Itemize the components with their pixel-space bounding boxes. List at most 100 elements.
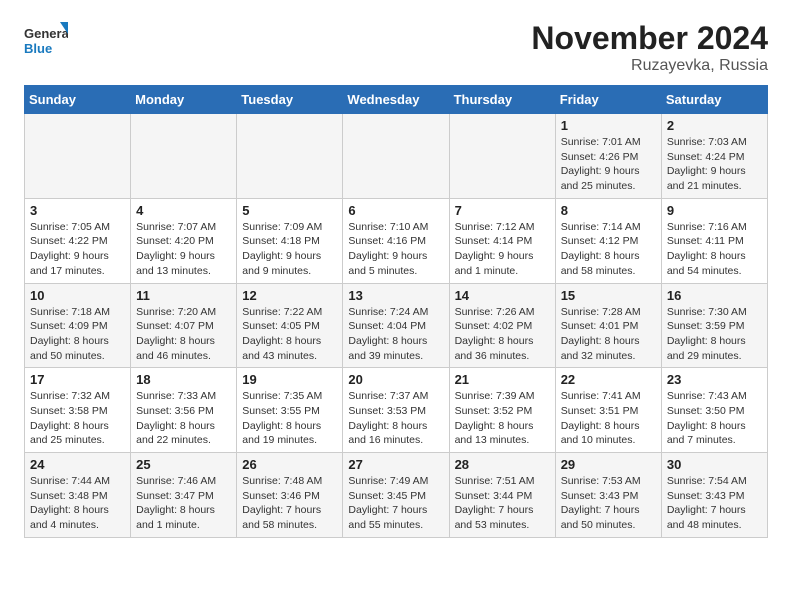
day-number: 26 xyxy=(242,457,337,472)
day-info: Sunrise: 7:37 AMSunset: 3:53 PMDaylight:… xyxy=(348,390,428,446)
calendar-cell: 15 Sunrise: 7:28 AMSunset: 4:01 PMDayligh… xyxy=(555,283,661,368)
day-number: 16 xyxy=(667,288,762,303)
day-info: Sunrise: 7:51 AMSunset: 3:44 PMDaylight:… xyxy=(455,475,535,531)
calendar-cell: 17 Sunrise: 7:32 AMSunset: 3:58 PMDayligh… xyxy=(25,368,131,453)
day-info: Sunrise: 7:26 AMSunset: 4:02 PMDaylight:… xyxy=(455,306,535,362)
day-number: 18 xyxy=(136,372,231,387)
day-number: 23 xyxy=(667,372,762,387)
day-info: Sunrise: 7:35 AMSunset: 3:55 PMDaylight:… xyxy=(242,390,322,446)
day-info: Sunrise: 7:49 AMSunset: 3:45 PMDaylight:… xyxy=(348,475,428,531)
day-info: Sunrise: 7:18 AMSunset: 4:09 PMDaylight:… xyxy=(30,306,110,362)
day-number: 25 xyxy=(136,457,231,472)
logo: General Blue xyxy=(24,20,68,60)
calendar: SundayMondayTuesdayWednesdayThursdayFrid… xyxy=(24,85,768,538)
calendar-cell: 13 Sunrise: 7:24 AMSunset: 4:04 PMDayligh… xyxy=(343,283,449,368)
calendar-cell: 25 Sunrise: 7:46 AMSunset: 3:47 PMDayligh… xyxy=(131,453,237,538)
day-number: 8 xyxy=(561,203,656,218)
calendar-cell: 27 Sunrise: 7:49 AMSunset: 3:45 PMDayligh… xyxy=(343,453,449,538)
calendar-cell xyxy=(343,114,449,199)
day-info: Sunrise: 7:30 AMSunset: 3:59 PMDaylight:… xyxy=(667,306,747,362)
location: Ruzayevka, Russia xyxy=(531,57,768,75)
day-info: Sunrise: 7:43 AMSunset: 3:50 PMDaylight:… xyxy=(667,390,747,446)
day-number: 14 xyxy=(455,288,550,303)
day-info: Sunrise: 7:46 AMSunset: 3:47 PMDaylight:… xyxy=(136,475,216,531)
day-info: Sunrise: 7:10 AMSunset: 4:16 PMDaylight:… xyxy=(348,221,428,277)
day-number: 17 xyxy=(30,372,125,387)
day-info: Sunrise: 7:16 AMSunset: 4:11 PMDaylight:… xyxy=(667,221,747,277)
day-info: Sunrise: 7:39 AMSunset: 3:52 PMDaylight:… xyxy=(455,390,535,446)
day-number: 11 xyxy=(136,288,231,303)
svg-text:Blue: Blue xyxy=(24,41,52,56)
day-number: 27 xyxy=(348,457,443,472)
calendar-cell: 28 Sunrise: 7:51 AMSunset: 3:44 PMDayligh… xyxy=(449,453,555,538)
calendar-cell: 18Sunrise: 7:33 AMSunset: 3:56 PMDayligh… xyxy=(131,368,237,453)
calendar-cell: 8 Sunrise: 7:14 AMSunset: 4:12 PMDaylight… xyxy=(555,198,661,283)
calendar-cell: 24 Sunrise: 7:44 AMSunset: 3:48 PMDayligh… xyxy=(25,453,131,538)
weekday-header-tuesday: Tuesday xyxy=(237,86,343,114)
svg-text:General: General xyxy=(24,26,68,41)
day-number: 24 xyxy=(30,457,125,472)
calendar-cell: 7 Sunrise: 7:12 AMSunset: 4:14 PMDaylight… xyxy=(449,198,555,283)
day-number: 21 xyxy=(455,372,550,387)
day-info: Sunrise: 7:22 AMSunset: 4:05 PMDaylight:… xyxy=(242,306,322,362)
weekday-header-wednesday: Wednesday xyxy=(343,86,449,114)
day-number: 28 xyxy=(455,457,550,472)
day-info: Sunrise: 7:28 AMSunset: 4:01 PMDaylight:… xyxy=(561,306,641,362)
day-number: 2 xyxy=(667,118,762,133)
day-info: Sunrise: 7:07 AMSunset: 4:20 PMDaylight:… xyxy=(136,221,216,277)
calendar-cell: 14 Sunrise: 7:26 AMSunset: 4:02 PMDayligh… xyxy=(449,283,555,368)
weekday-header-monday: Monday xyxy=(131,86,237,114)
day-info: Sunrise: 7:01 AMSunset: 4:26 PMDaylight:… xyxy=(561,136,641,192)
day-number: 1 xyxy=(561,118,656,133)
calendar-cell: 16 Sunrise: 7:30 AMSunset: 3:59 PMDayligh… xyxy=(661,283,767,368)
calendar-cell: 2 Sunrise: 7:03 AMSunset: 4:24 PMDaylight… xyxy=(661,114,767,199)
calendar-cell: 23 Sunrise: 7:43 AMSunset: 3:50 PMDayligh… xyxy=(661,368,767,453)
page: General Blue November 2024 Ruzayevka, Ru… xyxy=(0,0,792,554)
calendar-cell: 29 Sunrise: 7:53 AMSunset: 3:43 PMDayligh… xyxy=(555,453,661,538)
header: General Blue November 2024 Ruzayevka, Ru… xyxy=(24,20,768,75)
day-info: Sunrise: 7:03 AMSunset: 4:24 PMDaylight:… xyxy=(667,136,747,192)
weekday-header-saturday: Saturday xyxy=(661,86,767,114)
calendar-cell: 30Sunrise: 7:54 AMSunset: 3:43 PMDayligh… xyxy=(661,453,767,538)
month-year: November 2024 xyxy=(531,20,768,57)
calendar-cell: 11 Sunrise: 7:20 AMSunset: 4:07 PMDayligh… xyxy=(131,283,237,368)
day-info: Sunrise: 7:20 AMSunset: 4:07 PMDaylight:… xyxy=(136,306,216,362)
day-number: 29 xyxy=(561,457,656,472)
day-number: 7 xyxy=(455,203,550,218)
day-number: 22 xyxy=(561,372,656,387)
day-info: Sunrise: 7:44 AMSunset: 3:48 PMDaylight:… xyxy=(30,475,110,531)
day-number: 13 xyxy=(348,288,443,303)
day-number: 19 xyxy=(242,372,337,387)
day-info: Sunrise: 7:12 AMSunset: 4:14 PMDaylight:… xyxy=(455,221,535,277)
day-number: 12 xyxy=(242,288,337,303)
calendar-cell: 12 Sunrise: 7:22 AMSunset: 4:05 PMDayligh… xyxy=(237,283,343,368)
day-number: 5 xyxy=(242,203,337,218)
calendar-cell: 3Sunrise: 7:05 AMSunset: 4:22 PMDaylight… xyxy=(25,198,131,283)
weekday-header-thursday: Thursday xyxy=(449,86,555,114)
day-info: Sunrise: 7:14 AMSunset: 4:12 PMDaylight:… xyxy=(561,221,641,277)
day-number: 9 xyxy=(667,203,762,218)
logo-icon: General Blue xyxy=(24,20,68,60)
calendar-cell: 9 Sunrise: 7:16 AMSunset: 4:11 PMDaylight… xyxy=(661,198,767,283)
day-info: Sunrise: 7:32 AMSunset: 3:58 PMDaylight:… xyxy=(30,390,110,446)
calendar-cell: 19 Sunrise: 7:35 AMSunset: 3:55 PMDayligh… xyxy=(237,368,343,453)
calendar-cell: 1 Sunrise: 7:01 AMSunset: 4:26 PMDaylight… xyxy=(555,114,661,199)
day-info: Sunrise: 7:24 AMSunset: 4:04 PMDaylight:… xyxy=(348,306,428,362)
calendar-cell: 10Sunrise: 7:18 AMSunset: 4:09 PMDayligh… xyxy=(25,283,131,368)
calendar-cell: 21 Sunrise: 7:39 AMSunset: 3:52 PMDayligh… xyxy=(449,368,555,453)
day-number: 20 xyxy=(348,372,443,387)
day-info: Sunrise: 7:53 AMSunset: 3:43 PMDaylight:… xyxy=(561,475,641,531)
weekday-header-sunday: Sunday xyxy=(25,86,131,114)
calendar-cell xyxy=(25,114,131,199)
title-block: November 2024 Ruzayevka, Russia xyxy=(531,20,768,75)
day-number: 4 xyxy=(136,203,231,218)
day-info: Sunrise: 7:54 AMSunset: 3:43 PMDaylight:… xyxy=(667,475,747,531)
calendar-cell: 4 Sunrise: 7:07 AMSunset: 4:20 PMDaylight… xyxy=(131,198,237,283)
day-info: Sunrise: 7:41 AMSunset: 3:51 PMDaylight:… xyxy=(561,390,641,446)
weekday-header-friday: Friday xyxy=(555,86,661,114)
calendar-cell: 5 Sunrise: 7:09 AMSunset: 4:18 PMDaylight… xyxy=(237,198,343,283)
day-info: Sunrise: 7:09 AMSunset: 4:18 PMDaylight:… xyxy=(242,221,322,277)
day-number: 15 xyxy=(561,288,656,303)
day-info: Sunrise: 7:48 AMSunset: 3:46 PMDaylight:… xyxy=(242,475,322,531)
day-info: Sunrise: 7:05 AMSunset: 4:22 PMDaylight:… xyxy=(30,221,110,277)
